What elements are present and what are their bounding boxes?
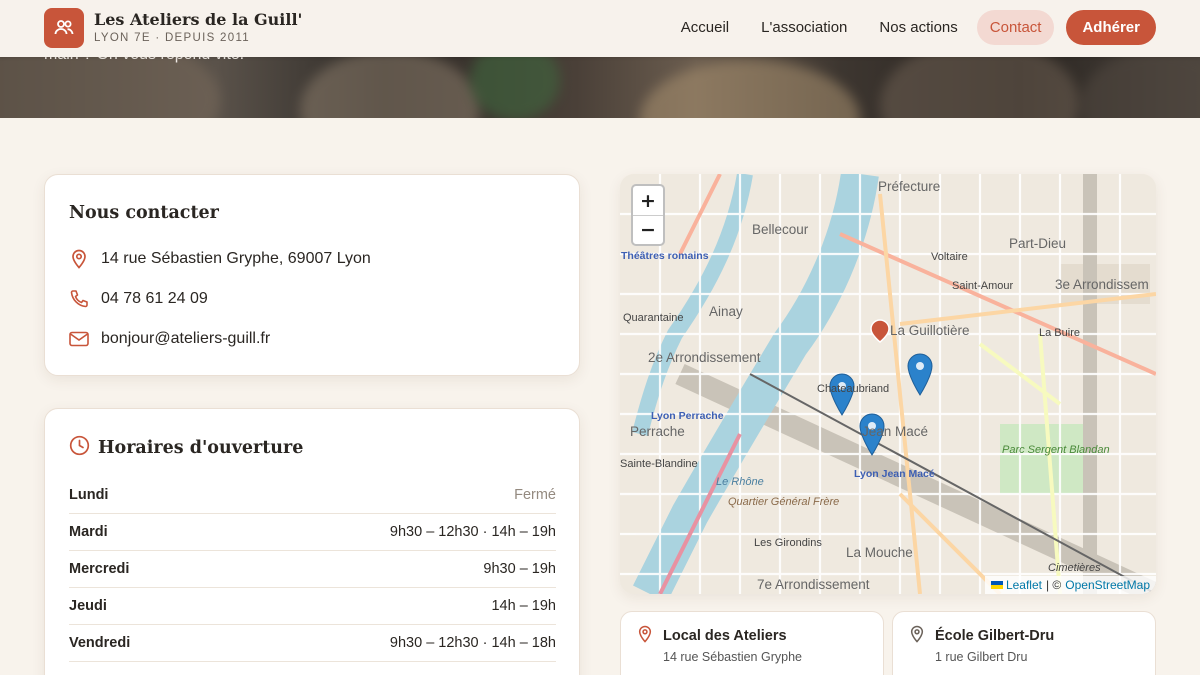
map-label: Sainte-Blandine <box>620 458 698 470</box>
location-address: 1 rue Gilbert Dru <box>935 650 1028 664</box>
location-address: 14 rue Sébastien Gryphe <box>663 650 802 664</box>
map-label: 2e Arrondissement <box>648 350 761 365</box>
people-icon <box>44 8 84 48</box>
hours-time: 9h30 – 12h30 · 14h – 18h <box>389 635 556 651</box>
map-label: Part-Dieu <box>1009 236 1067 251</box>
brand-tagline: LYON 7E · DEPUIS 2011 <box>94 32 250 44</box>
phone-icon <box>69 289 89 309</box>
contact-phone[interactable]: 04 78 61 24 09 <box>101 290 208 308</box>
map-label: Quartier Général Frère <box>728 496 840 508</box>
hours-day: Mardi <box>69 524 108 540</box>
map-zoom-control: + − <box>631 184 665 246</box>
location-card[interactable]: Local des Ateliers 14 rue Sébastien Gryp… <box>620 611 884 675</box>
hours-time: Fermé <box>514 487 556 503</box>
nav-contact[interactable]: Contact <box>976 10 1055 45</box>
map-label: Jean Macé <box>862 424 929 439</box>
contact-title: Nous contacter <box>69 203 219 223</box>
map-label: 7e Arrondissement <box>757 577 870 592</box>
attribution-separator: | © <box>1045 578 1062 592</box>
location-name: Local des Ateliers <box>663 628 787 644</box>
map-label: Théâtres romains <box>621 250 709 262</box>
location-card[interactable]: École Gilbert-Dru 1 rue Gilbert Dru <box>892 611 1156 675</box>
top-navbar: Les Ateliers de la Guill' LYON 7E · DEPU… <box>0 0 1200 57</box>
hours-day: Jeudi <box>69 598 107 614</box>
map-label: Lyon Jean Macé <box>854 468 935 480</box>
hours-day: Vendredi <box>69 635 131 651</box>
hours-title: Horaires d'ouverture <box>98 437 304 458</box>
map-label: Bellecour <box>752 222 809 237</box>
map-pin-icon <box>909 625 925 647</box>
nav-association[interactable]: L'association <box>748 10 860 45</box>
zoom-out-button[interactable]: − <box>633 215 663 244</box>
zoom-in-button[interactable]: + <box>633 186 663 215</box>
leaflet-link[interactable]: Leaflet <box>1006 578 1042 592</box>
map-label: Le Rhône <box>716 476 764 488</box>
map-label: Préfecture <box>878 179 941 194</box>
map-label: 3e Arrondissem <box>1055 277 1149 292</box>
hours-row-vendredi: Vendredi 9h30 – 12h30 · 14h – 18h <box>69 625 556 662</box>
hours-day: Mercredi <box>69 561 130 577</box>
osm-link[interactable]: OpenStreetMap <box>1065 578 1150 592</box>
map-label: Quarantaine <box>623 312 684 324</box>
hours-time: 9h30 – 12h30 · 14h – 19h <box>389 524 556 540</box>
contact-address-row: 14 rue Sébastien Gryphe, 69007 Lyon <box>69 249 371 269</box>
map-label: Chateaubriand <box>817 383 890 395</box>
location-name: École Gilbert-Dru <box>935 628 1055 644</box>
map[interactable]: Préfecture Bellecour Part-Dieu Voltaire … <box>620 174 1156 594</box>
brand-name: Les Ateliers de la Guill' <box>94 10 303 29</box>
main-nav: Accueil L'association Nos actions Contac… <box>662 10 1156 45</box>
map-label: Lyon Perrache <box>651 410 724 422</box>
map-label: Cimetières <box>1048 562 1101 574</box>
adherer-button[interactable]: Adhérer <box>1066 10 1156 45</box>
map-label: Parc Sergent Blandan <box>1002 444 1110 456</box>
hours-row-lundi: Lundi Fermé <box>69 477 556 514</box>
contact-email[interactable]: bonjour@ateliers-guill.fr <box>101 330 270 348</box>
brand[interactable]: Les Ateliers de la Guill' LYON 7E · DEPU… <box>44 8 302 48</box>
contact-address: 14 rue Sébastien Gryphe, 69007 Lyon <box>101 250 371 267</box>
map-pin-icon <box>637 625 653 647</box>
map-label: Voltaire <box>931 251 968 263</box>
hours-time: 9h30 – 19h <box>483 561 556 577</box>
contact-card: Nous contacter 14 rue Sébastien Gryphe, … <box>44 174 580 376</box>
contact-email-row: bonjour@ateliers-guill.fr <box>69 329 270 349</box>
map-label: La Guillotière <box>890 323 970 338</box>
map-attribution: Leaflet | © OpenStreetMap <box>984 576 1156 594</box>
hours-card: Horaires d'ouverture Lundi Fermé Mardi 9… <box>44 408 580 675</box>
hours-day: Lundi <box>69 487 109 503</box>
map-pin-icon <box>69 249 89 269</box>
map-label: Saint-Amour <box>952 280 1014 292</box>
map-label: Perrache <box>630 424 685 439</box>
hours-row-jeudi: Jeudi 14h – 19h <box>69 588 556 625</box>
map-label: Les Girondins <box>754 537 822 549</box>
clock-icon <box>69 435 90 460</box>
map-label: La Buire <box>1039 327 1080 339</box>
map-label: Ainay <box>709 304 743 319</box>
nav-actions[interactable]: Nos actions <box>866 10 970 45</box>
nav-accueil[interactable]: Accueil <box>668 10 742 45</box>
hours-row-mardi: Mardi 9h30 – 12h30 · 14h – 19h <box>69 514 556 551</box>
hours-list: Lundi Fermé Mardi 9h30 – 12h30 · 14h – 1… <box>69 477 556 662</box>
map-label: La Mouche <box>846 545 913 560</box>
contact-phone-row: 04 78 61 24 09 <box>69 289 208 309</box>
ukraine-flag-icon <box>990 581 1003 589</box>
hours-time: 14h – 19h <box>491 598 556 614</box>
mail-icon <box>69 329 89 349</box>
hours-row-mercredi: Mercredi 9h30 – 19h <box>69 551 556 588</box>
